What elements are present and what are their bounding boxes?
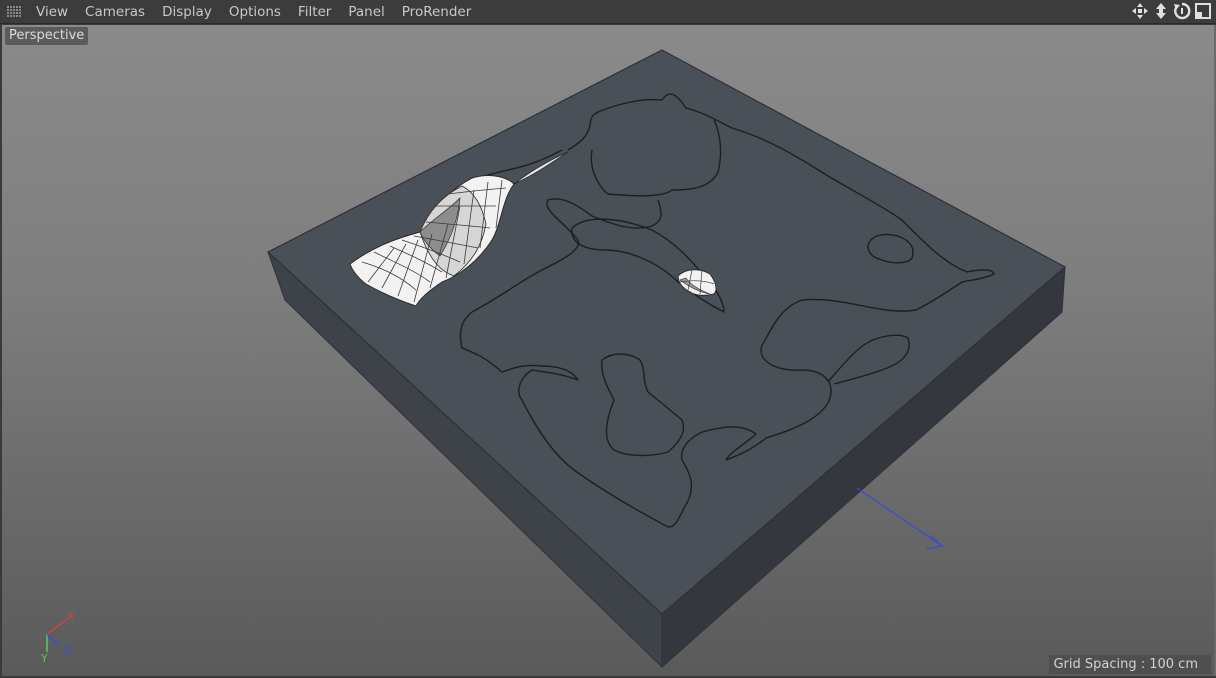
- z-axis-gizmo-line: [856, 487, 943, 547]
- panel-grip-icon[interactable]: [7, 5, 21, 19]
- menu-display[interactable]: Display: [153, 0, 220, 24]
- axis-z-label: Z: [64, 644, 72, 657]
- rotate-view-icon[interactable]: [1173, 2, 1191, 20]
- menu-filter[interactable]: Filter: [289, 0, 339, 24]
- menu-options[interactable]: Options: [220, 0, 289, 24]
- viewport-menubar: View Cameras Display Options Filter Pane…: [0, 0, 1216, 24]
- grid-spacing-readout: Grid Spacing : 100 cm: [1049, 655, 1211, 674]
- axis-y-label: Y: [40, 652, 48, 665]
- viewport-navigation-icons: [1131, 2, 1212, 20]
- axis-x-label: X: [67, 610, 75, 623]
- camera-name-label[interactable]: Perspective: [5, 27, 89, 45]
- move-view-icon[interactable]: [1131, 2, 1149, 20]
- menu-prorender[interactable]: ProRender: [393, 0, 479, 24]
- block-top-face[interactable]: [266, 49, 1067, 615]
- menu-cameras[interactable]: Cameras: [76, 0, 153, 24]
- zoom-view-icon[interactable]: [1152, 2, 1170, 20]
- menu-view[interactable]: View: [27, 0, 76, 24]
- menu-panel[interactable]: Panel: [339, 0, 392, 24]
- perspective-viewport[interactable]: X Y Z Perspective Grid Spacing : 100 cm: [2, 25, 1214, 676]
- cinema4d-viewport-window: View Cameras Display Options Filter Pane…: [0, 0, 1216, 678]
- scene-render: X Y Z: [40, 49, 1067, 669]
- maximize-view-icon[interactable]: [1194, 2, 1212, 20]
